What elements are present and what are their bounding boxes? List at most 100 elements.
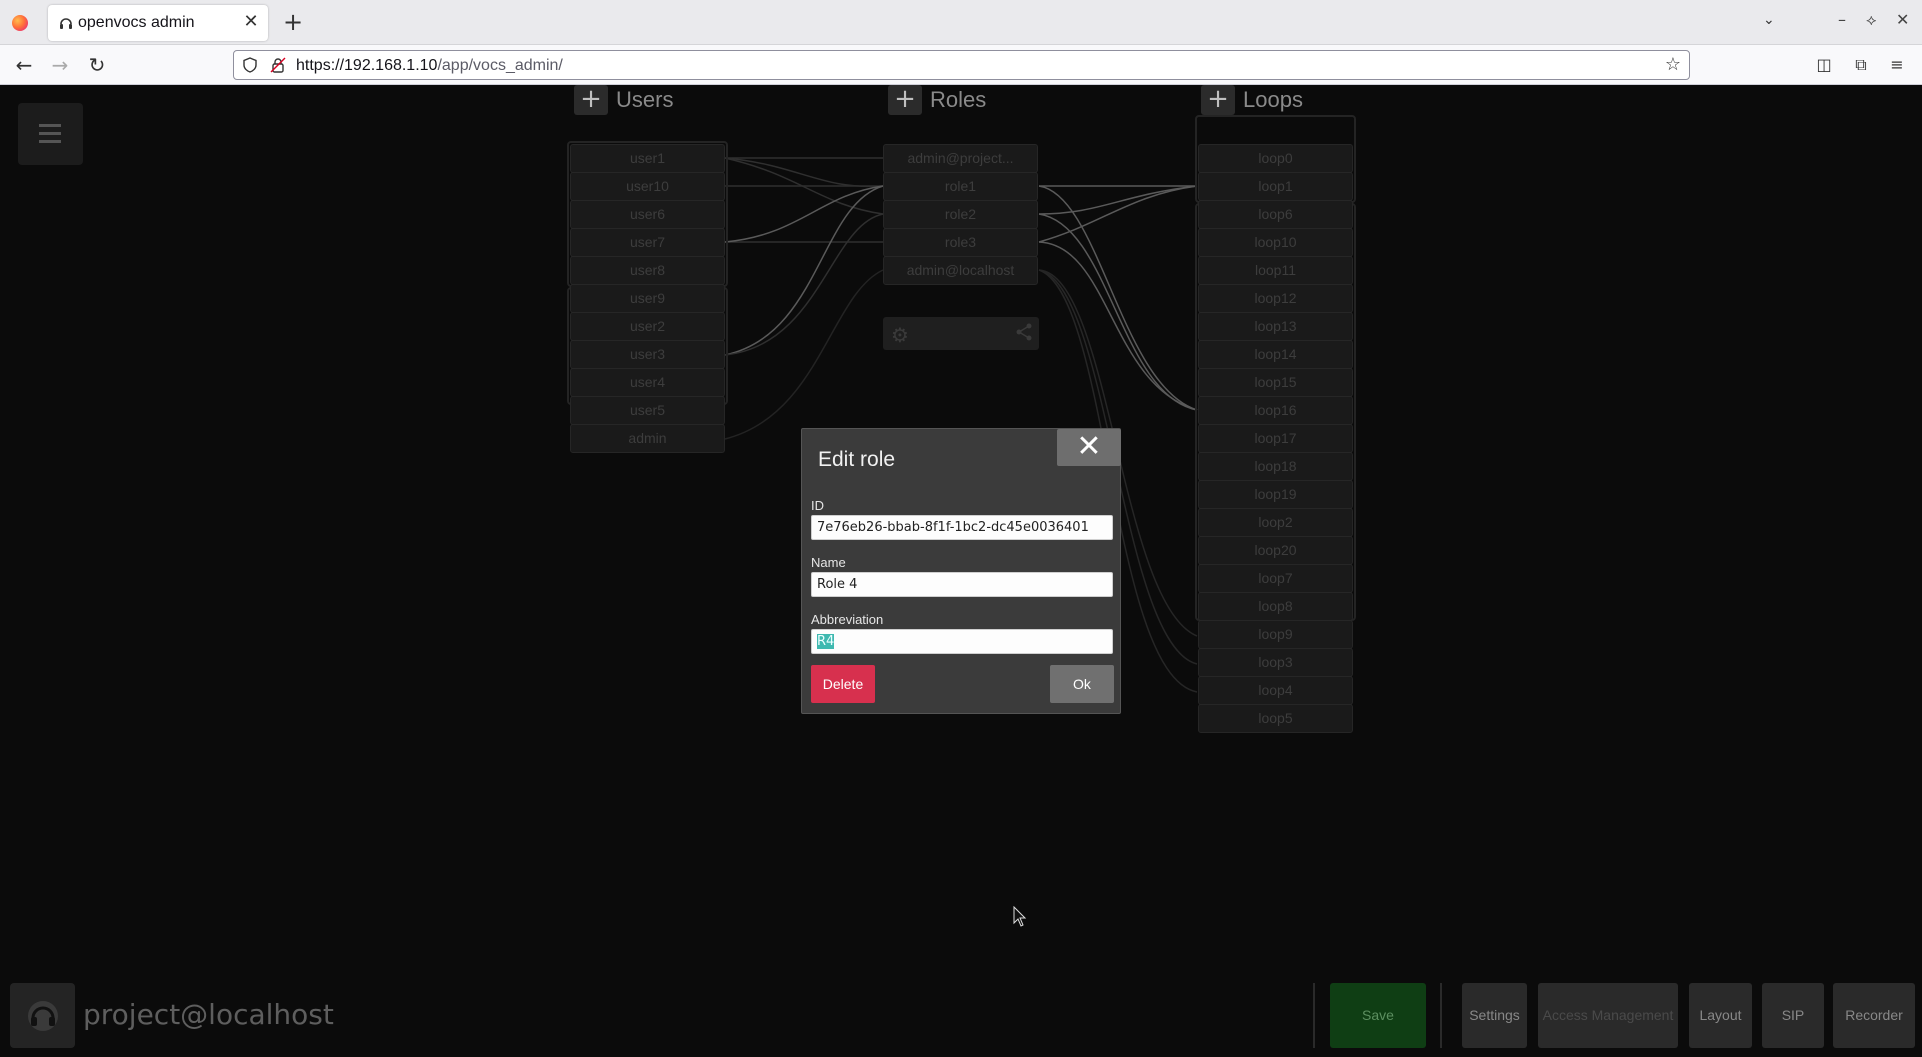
name-field[interactable] — [811, 572, 1113, 597]
user-node-user3[interactable]: user3 — [570, 340, 725, 369]
pocket-icon[interactable]: ◫ — [1813, 54, 1835, 76]
forward-icon[interactable]: → — [48, 53, 72, 77]
loop-node-loop2[interactable]: loop2 — [1198, 508, 1353, 537]
url-path: /app/vocs_admin/ — [437, 57, 563, 74]
user-node-user8[interactable]: user8 — [570, 256, 725, 285]
loop-node-loop16[interactable]: loop16 — [1198, 396, 1353, 425]
footer-divider — [1313, 983, 1315, 1048]
headset-icon — [60, 18, 72, 29]
url-bar[interactable]: https://192.168.1.10/app/vocs_admin/ ☆ — [233, 50, 1690, 80]
abbreviation-value: R4 — [817, 634, 835, 649]
loop-node-loop19[interactable]: loop19 — [1198, 480, 1353, 509]
maximize-icon[interactable]: ⟡ — [1866, 10, 1877, 30]
role-node-role3[interactable]: role3 — [883, 228, 1038, 257]
app-menu-icon[interactable]: ≡ — [1886, 54, 1908, 76]
access-management-button[interactable]: Access Management — [1538, 983, 1678, 1048]
roles-header: + Roles — [888, 85, 986, 115]
url-text[interactable]: https://192.168.1.10/app/vocs_admin/ — [296, 57, 563, 75]
user-node-user10[interactable]: user10 — [570, 172, 725, 201]
layout-button[interactable]: Layout — [1689, 983, 1752, 1048]
loop-node-loop8[interactable]: loop8 — [1198, 592, 1353, 621]
loop-node-loop5[interactable]: loop5 — [1198, 704, 1353, 733]
tab-close-icon[interactable]: ✕ — [240, 11, 262, 33]
recorder-button[interactable]: Recorder — [1833, 983, 1915, 1048]
footer-divider — [1440, 983, 1442, 1048]
browser-tab-bar: openvocs admin ✕ + ⌄ – ⟡ ✕ — [0, 0, 1922, 45]
reload-icon[interactable]: ↻ — [85, 53, 109, 77]
close-dialog-button[interactable]: ✕ — [1057, 429, 1121, 466]
link-user3-role2 — [724, 213, 884, 356]
users-title: Users — [616, 87, 674, 112]
save-button[interactable]: Save — [1330, 983, 1426, 1048]
settings-button[interactable]: Settings — [1462, 983, 1527, 1048]
loop-node-loop14[interactable]: loop14 — [1198, 340, 1353, 369]
loop-node-loop20[interactable]: loop20 — [1198, 536, 1353, 565]
loop-node-loop4[interactable]: loop4 — [1198, 676, 1353, 705]
dialog-title: Edit role — [818, 448, 896, 471]
hamburger-menu-button[interactable] — [18, 103, 83, 165]
avatar[interactable] — [10, 983, 75, 1048]
user-node-user5[interactable]: user5 — [570, 396, 725, 425]
new-tab-button[interactable]: + — [280, 9, 306, 35]
extensions-icon[interactable]: ⧉ — [1850, 54, 1872, 76]
list-all-tabs-icon[interactable]: ⌄ — [1763, 12, 1775, 28]
gear-icon[interactable]: ⚙ — [891, 323, 909, 347]
window-close-icon[interactable]: ✕ — [1896, 10, 1909, 29]
role-toolbar: ⚙ — [883, 317, 1039, 350]
edit-role-dialog: Edit role ✕ ID Name Abbreviation R4 Dele… — [801, 428, 1121, 714]
id-field[interactable] — [811, 515, 1113, 540]
add-user-button[interactable]: + — [574, 85, 608, 115]
loop-node-loop10[interactable]: loop10 — [1198, 228, 1353, 257]
shield-icon[interactable] — [242, 57, 258, 73]
roles-title: Roles — [930, 87, 987, 112]
loop-node-loop9[interactable]: loop9 — [1198, 620, 1353, 649]
add-role-button[interactable]: + — [888, 85, 922, 115]
user-node-user2[interactable]: user2 — [570, 312, 725, 341]
loop-node-loop13[interactable]: loop13 — [1198, 312, 1353, 341]
loop-node-loop3[interactable]: loop3 — [1198, 648, 1353, 677]
users-header: + Users — [574, 85, 673, 115]
loop-node-loop0[interactable]: loop0 — [1198, 144, 1353, 173]
loop-node-loop6[interactable]: loop6 — [1198, 200, 1353, 229]
ok-button[interactable]: Ok — [1050, 665, 1114, 703]
project-name: project@localhost — [83, 998, 334, 1031]
name-label: Name — [811, 555, 846, 570]
link-user5-admin-local — [724, 269, 884, 440]
role-node-role1[interactable]: role1 — [883, 172, 1038, 201]
sip-button[interactable]: SIP — [1762, 983, 1824, 1048]
app-canvas: + Users user1 user10 user6 user7 user8 user9 u… — [0, 85, 1922, 1057]
back-icon[interactable]: ← — [12, 53, 36, 77]
user-node-user1[interactable]: user1 — [570, 144, 725, 173]
loop-node-loop11[interactable]: loop11 — [1198, 256, 1353, 285]
user-node-admin[interactable]: admin — [570, 424, 725, 453]
loop-node-loop18[interactable]: loop18 — [1198, 452, 1353, 481]
loops-title: Loops — [1243, 87, 1303, 112]
role-node-role2[interactable]: role2 — [883, 200, 1038, 229]
loop-node-loop17[interactable]: loop17 — [1198, 424, 1353, 453]
abbreviation-field[interactable]: R4 — [811, 629, 1113, 654]
loop-node-loop12[interactable]: loop12 — [1198, 284, 1353, 313]
loop-node-loop7[interactable]: loop7 — [1198, 564, 1353, 593]
role-node-admin-localhost[interactable]: admin@localhost — [883, 256, 1038, 285]
mouse-cursor-icon — [1013, 906, 1027, 927]
loop-node-loop1[interactable]: loop1 — [1198, 172, 1353, 201]
share-icon[interactable] — [1015, 323, 1033, 341]
browser-nav-bar: ← → ↻ https://192.168.1.10/app/vocs_admi… — [0, 45, 1922, 85]
user-node-user6[interactable]: user6 — [570, 200, 725, 229]
link-user7-role1 — [724, 185, 884, 243]
tab-title: openvocs admin — [78, 14, 195, 31]
user-node-user9[interactable]: user9 — [570, 284, 725, 313]
add-loop-button[interactable]: + — [1201, 85, 1235, 115]
bookmark-star-icon[interactable]: ☆ — [1665, 54, 1681, 75]
role-node-admin-project-[interactable]: admin@project... — [883, 144, 1038, 173]
user-node-user7[interactable]: user7 — [570, 228, 725, 257]
link-role3-loop16 — [1038, 241, 1198, 411]
browser-tab[interactable]: openvocs admin ✕ — [48, 5, 268, 41]
minimize-icon[interactable]: – — [1838, 10, 1846, 29]
url-host: https://192.168.1.10 — [296, 57, 438, 74]
loop-node-loop15[interactable]: loop15 — [1198, 368, 1353, 397]
id-label: ID — [811, 498, 824, 513]
delete-button[interactable]: Delete — [811, 665, 875, 703]
user-node-user4[interactable]: user4 — [570, 368, 725, 397]
lock-warning-icon[interactable] — [270, 57, 286, 73]
